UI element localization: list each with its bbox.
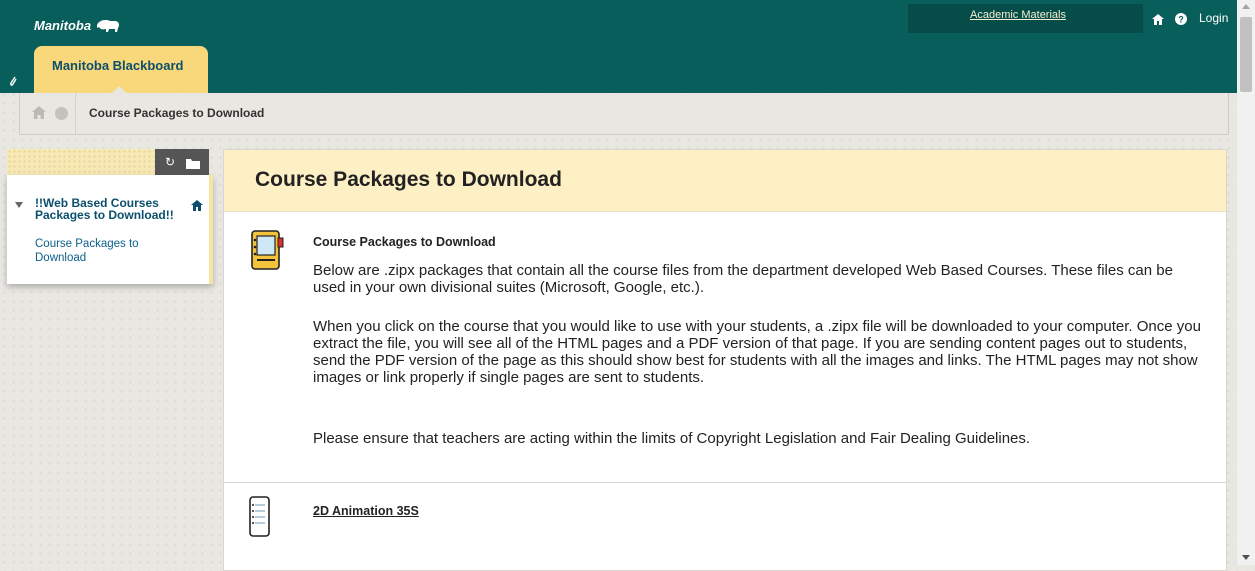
login-link[interactable]: Login (1199, 11, 1228, 25)
home-icon[interactable] (191, 198, 203, 216)
scroll-up-icon[interactable] (1242, 4, 1250, 9)
top-header: Manitoba Academic Materials ? Login Mani… (0, 0, 1237, 93)
paperclip-icon[interactable] (8, 74, 18, 92)
scrollbar-thumb[interactable] (1240, 17, 1252, 92)
svg-text:?: ? (1178, 15, 1184, 25)
bison-icon (97, 19, 120, 32)
description-paragraph: Below are .zipx packages that contain al… (313, 262, 1173, 296)
course-menu-link[interactable]: Course Packages to Download (35, 237, 175, 265)
content-title-band: Course Packages to Download (224, 150, 1226, 212)
brand-text: Manitoba (34, 18, 92, 33)
document-icon (249, 496, 271, 543)
folder-icon[interactable] (186, 156, 200, 174)
tab-pointer (112, 86, 126, 93)
breadcrumb-divider (75, 93, 76, 134)
course-menu: !!Web Based Courses Packages to Download… (7, 175, 213, 284)
breadcrumb-home-icon[interactable] (32, 106, 46, 124)
home-icon[interactable] (1152, 12, 1164, 30)
page-scrollbar[interactable] (1237, 0, 1255, 565)
content-icon (249, 229, 285, 278)
content-item-title: Course Packages to Download (313, 235, 496, 249)
help-icon[interactable]: ? (1175, 12, 1187, 30)
content-area: Course Packages to Download Course Packa… (223, 149, 1227, 571)
course-menu-title[interactable]: !!Web Based Courses Packages to Download… (35, 197, 175, 221)
collapse-triangle-icon[interactable] (15, 202, 23, 208)
chevron-down-icon[interactable] (55, 107, 68, 120)
scroll-down-icon[interactable] (1242, 555, 1250, 560)
manitoba-logo[interactable]: Manitoba (34, 18, 121, 33)
academic-materials-link[interactable]: Academic Materials (970, 9, 1066, 21)
content-item: Course Packages to Download Below are .z… (224, 212, 1226, 483)
breadcrumb: Course Packages to Download (19, 93, 1229, 135)
toolbar-buttons: ↻ (155, 149, 209, 175)
copyright-paragraph: Please ensure that teachers are acting w… (313, 430, 1031, 447)
tab-label: Manitoba Blackboard (52, 58, 184, 73)
instructions-paragraph: When you click on the course that you wo… (313, 318, 1201, 386)
course-menu-toolbar: ↻ (7, 149, 209, 175)
refresh-icon[interactable]: ↻ (165, 155, 175, 169)
course-link-2d-animation[interactable]: 2D Animation 35S (313, 504, 419, 518)
breadcrumb-current: Course Packages to Download (89, 106, 265, 120)
page-title: Course Packages to Download (255, 168, 562, 191)
